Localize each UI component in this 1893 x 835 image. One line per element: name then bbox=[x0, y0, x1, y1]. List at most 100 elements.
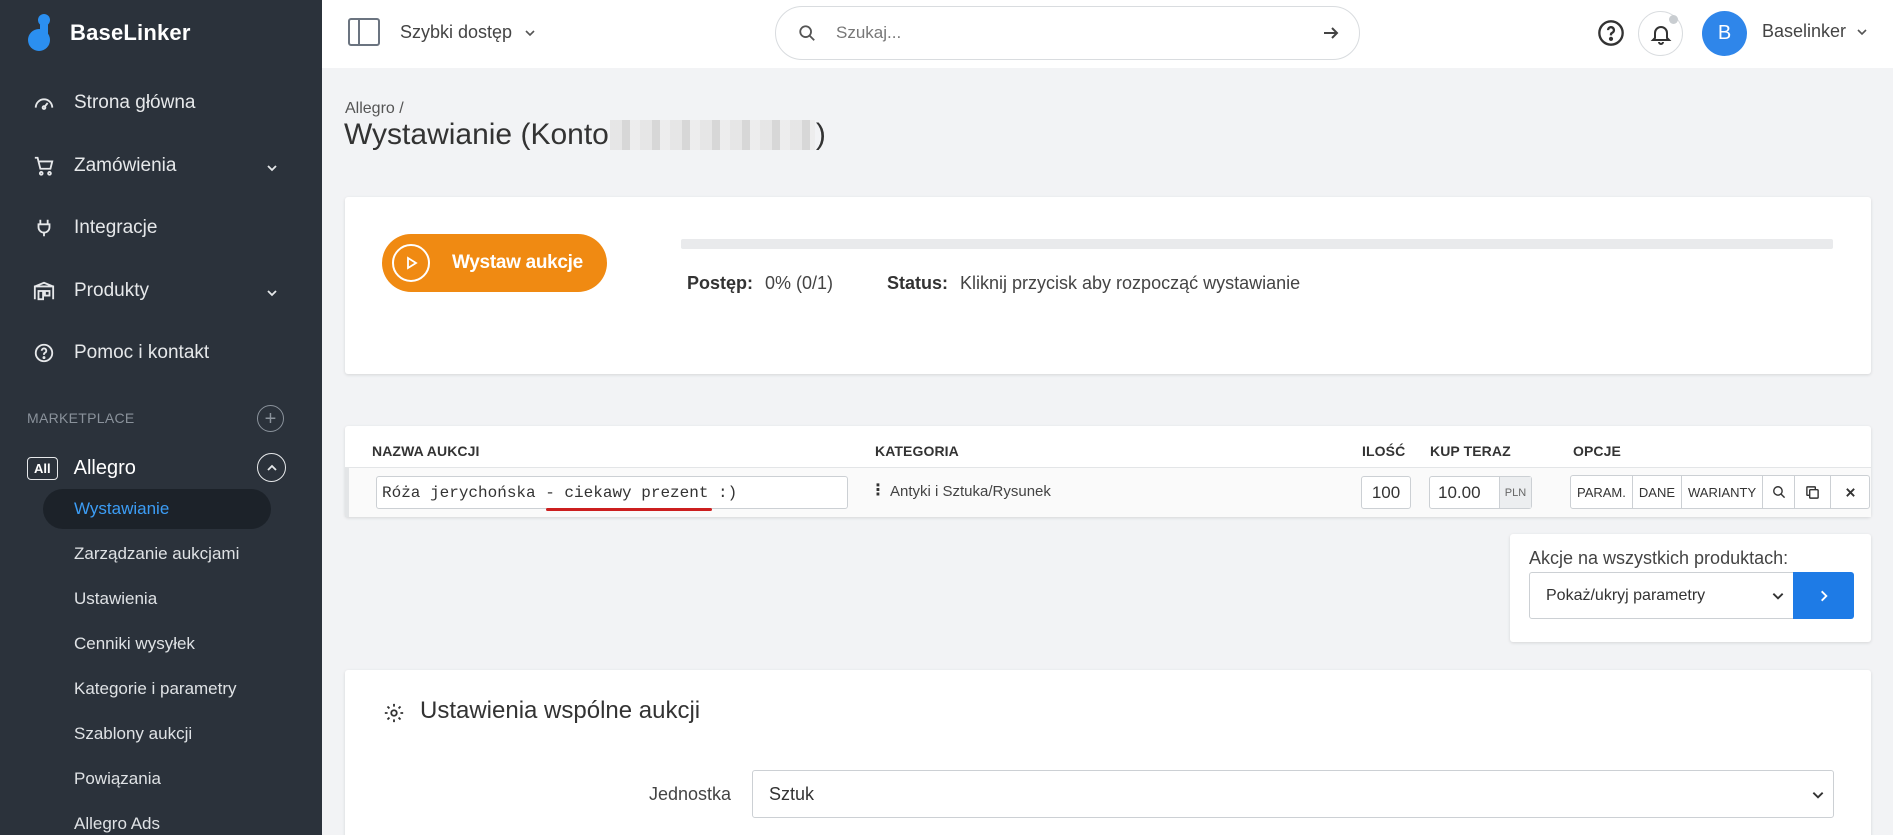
gear-icon bbox=[384, 703, 404, 723]
chevron-down-icon bbox=[525, 29, 535, 36]
bell-icon bbox=[1650, 25, 1671, 45]
search-bar bbox=[775, 6, 1360, 60]
arrow-right-icon[interactable] bbox=[1321, 23, 1341, 43]
sidebar-subitem-label: Wystawianie bbox=[74, 499, 170, 518]
progress-info: Postęp: 0% (0/1) bbox=[687, 273, 833, 294]
notifications-button[interactable] bbox=[1638, 11, 1683, 56]
chevron-down-icon bbox=[266, 283, 278, 305]
close-icon bbox=[1845, 487, 1855, 497]
breadcrumb[interactable]: Allegro / bbox=[345, 100, 404, 118]
start-listing-button[interactable]: Wystaw aukcje bbox=[382, 234, 607, 292]
table-row: Róża jerychońska - ciekawy prezent :) ⋮ … bbox=[345, 468, 1871, 517]
start-listing-label: Wystaw aukcje bbox=[452, 252, 583, 273]
sidebar-subitem-wystawianie[interactable]: Wystawianie bbox=[43, 489, 271, 529]
logo-text: BaseLinker bbox=[70, 20, 191, 45]
page-title: Wystawianie (Konto ) bbox=[344, 118, 826, 152]
collapse-button[interactable] bbox=[257, 453, 286, 482]
param-button[interactable]: PARAM. bbox=[1571, 476, 1633, 508]
currency-label: PLN bbox=[1499, 477, 1531, 508]
unit-selected: Sztuk bbox=[769, 783, 815, 804]
sidebar-subitem-label: Kategorie i parametry bbox=[74, 679, 237, 698]
quantity-input[interactable]: 100 bbox=[1361, 476, 1411, 509]
progress-label: Postęp: bbox=[687, 273, 754, 293]
baselinker-logo-icon bbox=[28, 14, 60, 52]
sidebar-subitem-kategorie[interactable]: Kategorie i parametry bbox=[43, 669, 271, 709]
sidebar-item-label: Pomoc i kontakt bbox=[74, 342, 210, 363]
chevron-up-icon bbox=[266, 464, 277, 471]
status-value: Kliknij przycisk aby rozpocząć wystawian… bbox=[960, 273, 1301, 293]
topbar: Szybki dostęp B Baselinker bbox=[322, 0, 1893, 68]
red-underline-annotation bbox=[546, 508, 712, 511]
user-name-label: Baselinker bbox=[1762, 21, 1847, 41]
auction-name-value: Róża jerychońska - ciekawy prezent :) bbox=[382, 483, 738, 502]
bulk-actions-card: Akcje na wszystkich produktach: Pokaż/uk… bbox=[1510, 534, 1871, 642]
add-marketplace-button[interactable]: + bbox=[257, 405, 284, 432]
quick-access-label: Szybki dostęp bbox=[400, 22, 513, 42]
status-info: Status: Kliknij przycisk aby rozpocząć wy… bbox=[887, 273, 1300, 294]
sidebar-subitem-zarzadzanie[interactable]: Zarządzanie aukcjami bbox=[43, 534, 271, 574]
sidebar-item-home[interactable]: Strona główna bbox=[0, 83, 322, 123]
preview-button[interactable] bbox=[1763, 476, 1796, 508]
help-circle-icon[interactable] bbox=[1597, 19, 1625, 47]
allegro-label: Allegro bbox=[73, 456, 136, 479]
column-header-buy-now: KUP TERAZ bbox=[1430, 443, 1511, 459]
sidebar-subitem-ustawienia[interactable]: Ustawienia bbox=[43, 579, 271, 619]
page-title-suffix: ) bbox=[815, 118, 826, 151]
column-header-name: NAZWA AUKCJI bbox=[372, 443, 480, 459]
common-settings-card: Ustawienia wspólne aukcji Jednostka Sztu… bbox=[345, 670, 1871, 835]
kebab-menu-icon[interactable]: ⋮ bbox=[870, 480, 886, 500]
page-title-prefix: Wystawianie (Konto bbox=[344, 118, 609, 151]
plus-icon: + bbox=[264, 407, 277, 430]
redacted-account-name bbox=[609, 120, 815, 150]
sidebar-item-label: Zamówienia bbox=[74, 155, 177, 176]
dashboard-icon bbox=[32, 91, 56, 115]
sidebar-subitem-cenniki[interactable]: Cenniki wysyłek bbox=[43, 624, 271, 664]
search-input[interactable] bbox=[836, 17, 1286, 49]
sidebar-item-orders[interactable]: Zamówienia bbox=[0, 146, 322, 186]
all-badge: All bbox=[27, 456, 58, 480]
bulk-actions-select[interactable]: Pokaż/ukryj parametry bbox=[1529, 572, 1794, 619]
bulk-actions-apply-button[interactable] bbox=[1793, 572, 1854, 619]
warehouse-icon bbox=[32, 279, 56, 303]
remove-button[interactable] bbox=[1831, 476, 1869, 508]
sidebar-subitem-allegro-ads[interactable]: Allegro Ads bbox=[43, 804, 271, 835]
duplicate-button[interactable] bbox=[1795, 476, 1832, 508]
warianty-button[interactable]: WARIANTY bbox=[1682, 476, 1764, 508]
sidebar-item-help[interactable]: Pomoc i kontakt bbox=[0, 333, 322, 373]
search-icon bbox=[799, 25, 815, 41]
sidebar-subitem-szablony[interactable]: Szablony aukcji bbox=[43, 714, 271, 754]
column-header-options: OPCJE bbox=[1573, 443, 1621, 459]
avatar[interactable]: B bbox=[1702, 11, 1747, 56]
sidebar-toggle-icon[interactable] bbox=[348, 18, 380, 46]
sidebar-item-label: Strona główna bbox=[74, 92, 196, 113]
price-value: 10.00 bbox=[1438, 482, 1481, 502]
sidebar-item-allegro[interactable]: All Allegro bbox=[27, 452, 287, 484]
chevron-down-icon bbox=[1857, 28, 1867, 35]
chevron-down-icon bbox=[1812, 792, 1824, 799]
progress-bar bbox=[681, 239, 1833, 249]
sidebar-item-integrations[interactable]: Integracje bbox=[0, 208, 322, 248]
play-icon bbox=[392, 244, 430, 282]
unit-select[interactable]: Sztuk bbox=[752, 770, 1834, 818]
column-header-category: KATEGORIA bbox=[875, 443, 959, 459]
sidebar-subitem-label: Allegro Ads bbox=[74, 814, 160, 833]
logo[interactable]: BaseLinker bbox=[28, 14, 191, 52]
category-value[interactable]: Antyki i Sztuka/Rysunek bbox=[890, 483, 1051, 500]
sidebar-subitem-label: Zarządzanie aukcjami bbox=[74, 544, 240, 563]
listing-progress-card: Wystaw aukcje Postęp: 0% (0/1) Status: Kli… bbox=[345, 197, 1871, 374]
status-label: Status: bbox=[887, 273, 949, 293]
quick-access-dropdown[interactable]: Szybki dostęp bbox=[400, 22, 536, 43]
buy-now-price-input[interactable]: 10.00 PLN bbox=[1429, 476, 1532, 509]
sidebar-subitem-powiazania[interactable]: Powiązania bbox=[43, 759, 271, 799]
sidebar-item-products[interactable]: Produkty bbox=[0, 271, 322, 311]
cart-icon bbox=[32, 154, 56, 178]
sidebar-subitem-label: Szablony aukcji bbox=[74, 724, 193, 743]
sidebar-item-label: Integracje bbox=[74, 217, 158, 238]
chevron-right-icon bbox=[1820, 590, 1828, 601]
unit-label: Jednostka bbox=[649, 784, 732, 804]
sidebar: BaseLinker Strona główna Zamówienia Inte… bbox=[0, 0, 322, 835]
progress-value: 0% (0/1) bbox=[765, 273, 834, 293]
dane-button[interactable]: DANE bbox=[1633, 476, 1683, 508]
auction-name-input[interactable]: Róża jerychońska - ciekawy prezent :) bbox=[376, 476, 848, 511]
user-menu[interactable]: Baselinker bbox=[1762, 21, 1868, 42]
